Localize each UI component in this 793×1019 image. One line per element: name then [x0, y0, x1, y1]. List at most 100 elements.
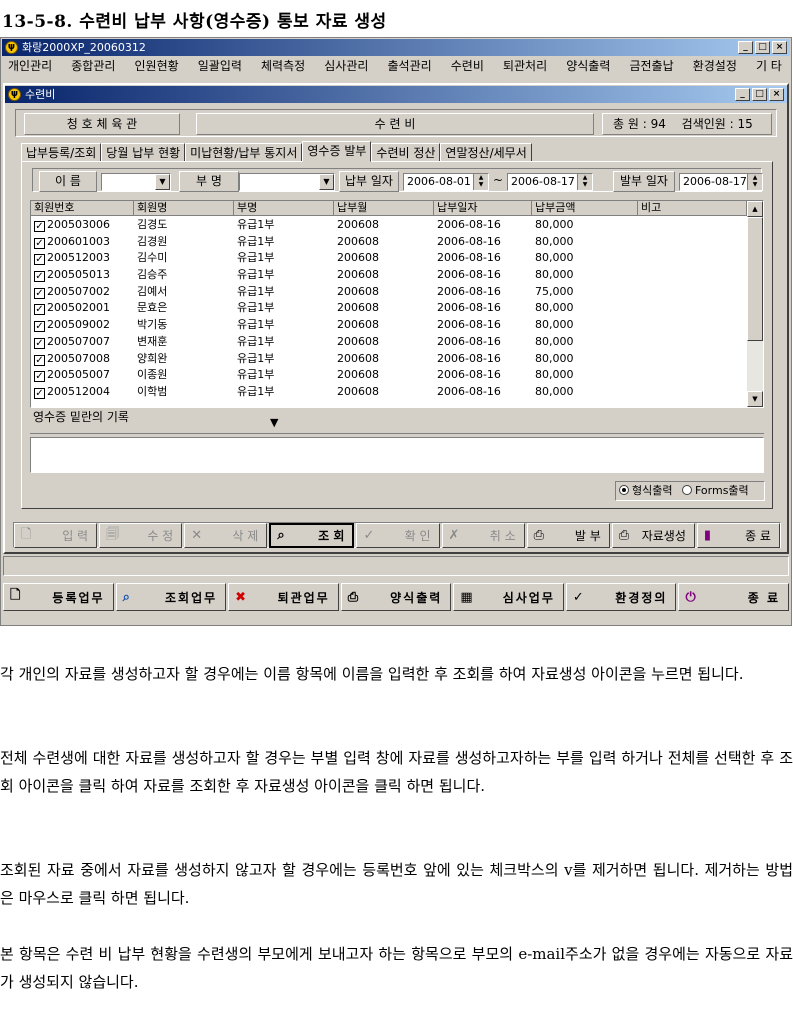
input-button[interactable]: 🗋 입 력: [14, 523, 98, 548]
name-select[interactable]: ▼: [101, 173, 171, 191]
checkbox-checked-icon[interactable]: ✓: [34, 387, 45, 399]
tab-receipt-issue[interactable]: 영수증 발부: [302, 141, 372, 162]
pay-date-from[interactable]: 2006-08-01 ▲ ▼: [403, 173, 489, 191]
row-member-no[interactable]: ✓ 200512003: [31, 250, 134, 267]
radio-selected-icon[interactable]: [619, 485, 629, 495]
table-row[interactable]: ✓ 200507007 변재훈 유급1부 200608 2006-08-16 80,000: [31, 334, 747, 351]
table-row[interactable]: ✓ 200503006 김경도 유급1부 200608 2006-08-16 80,000: [31, 217, 747, 234]
grid-scrollbar[interactable]: ▲ ▼: [747, 201, 763, 407]
menu-withdrawal[interactable]: 퇴관처리: [503, 57, 547, 75]
table-row[interactable]: ✓ 200512003 김수미 유급1부 200608 2006-08-16 80,000: [31, 250, 747, 267]
col-member-no[interactable]: 회원번호: [31, 201, 134, 216]
edit-button[interactable]: 🗐 수 정: [99, 523, 183, 548]
cancel-button[interactable]: ✗ 취 소: [441, 523, 525, 548]
checkbox-checked-icon[interactable]: ✓: [34, 221, 45, 232]
col-note[interactable]: 비고: [638, 201, 747, 216]
row-member-no[interactable]: ✓ 200502001: [31, 300, 134, 317]
checkbox-checked-icon[interactable]: ✓: [34, 271, 45, 283]
generate-data-button[interactable]: ⎙ 자료생성: [611, 523, 695, 548]
checkbox-checked-icon[interactable]: ✓: [34, 337, 45, 349]
withdrawal-work-button[interactable]: ✖ 퇴관업무: [228, 583, 339, 611]
issue-date-field[interactable]: 2006-08-17 ▲ ▼: [679, 173, 763, 191]
tab-settlement[interactable]: 수련비 정산: [371, 143, 441, 162]
checkbox-checked-icon[interactable]: ✓: [34, 287, 45, 299]
env-settings-button[interactable]: ✓ 환경정의: [565, 583, 677, 611]
checkbox-checked-icon[interactable]: ✓: [34, 254, 45, 266]
col-pay-date[interactable]: 납부일자: [434, 201, 532, 216]
row-member-no[interactable]: ✓ 200507002: [31, 284, 134, 301]
pay-date-to[interactable]: 2006-08-17 ▲ ▼: [507, 173, 593, 191]
child-close-button[interactable]: ×: [769, 88, 784, 101]
menu-overall[interactable]: 종합관리: [71, 57, 115, 75]
main-exit-button[interactable]: ⏻ 종 료: [678, 583, 790, 611]
row-member-no[interactable]: ✓ 200509002: [31, 317, 134, 334]
table-row[interactable]: ✓ 200502001 문효은 유급1부 200608 2006-08-16 80,000: [31, 300, 747, 317]
tab-year-end[interactable]: 연말정산/세무서: [440, 143, 532, 162]
col-dept[interactable]: 부명: [234, 201, 334, 216]
tab-monthly-status[interactable]: 당월 납부 현황: [101, 143, 186, 162]
checkbox-checked-icon[interactable]: ✓: [34, 304, 45, 316]
menu-fitness[interactable]: 체력측정: [261, 57, 305, 75]
issue-button[interactable]: ⎙ 발 부: [526, 523, 610, 548]
query-work-button[interactable]: ⌕ 조회업무: [115, 583, 227, 611]
scroll-up-icon[interactable]: ▲: [747, 201, 763, 217]
row-member-no[interactable]: ✓ 200503006: [31, 217, 134, 234]
row-member-no[interactable]: ✓ 200601003: [31, 234, 134, 251]
spinner-icon[interactable]: ▲ ▼: [747, 174, 762, 190]
exit-button[interactable]: ▮ 종 료: [696, 523, 780, 548]
checkbox-checked-icon[interactable]: ✓: [34, 237, 45, 249]
table-row[interactable]: ✓ 200505007 이종원 유급1부 200608 2006-08-16 80,000: [31, 367, 747, 384]
radio-forms-output[interactable]: Forms출력: [681, 484, 749, 497]
menu-batch-input[interactable]: 일괄입력: [198, 57, 242, 75]
spinner-icon[interactable]: ▲ ▼: [473, 174, 488, 190]
maximize-button[interactable]: □: [755, 41, 770, 54]
row-member-no[interactable]: ✓ 200512004: [31, 384, 134, 401]
chevron-down-icon[interactable]: ▼: [155, 174, 170, 190]
close-button[interactable]: ×: [772, 41, 787, 54]
checkbox-checked-icon[interactable]: ✓: [34, 354, 45, 366]
menu-cash[interactable]: 금전출납: [629, 57, 673, 75]
menu-settings[interactable]: 환경설정: [693, 57, 737, 75]
row-member-no[interactable]: ✓ 200507008: [31, 351, 134, 368]
form-print-button[interactable]: ⎙ 양식출력: [340, 583, 452, 611]
menu-tuition[interactable]: 수련비: [451, 57, 484, 75]
menu-etc[interactable]: 기 타: [756, 57, 782, 75]
review-work-button[interactable]: ▦ 심사업무: [453, 583, 564, 611]
checkbox-checked-icon[interactable]: ✓: [34, 371, 45, 383]
menu-review[interactable]: 심사관리: [324, 57, 368, 75]
confirm-button[interactable]: ✓ 확 인: [356, 523, 440, 548]
row-member-no[interactable]: ✓ 200505013: [31, 267, 134, 284]
scroll-down-icon[interactable]: ▼: [747, 391, 763, 407]
col-pay-month[interactable]: 납부월: [334, 201, 434, 216]
col-member-name[interactable]: 회원명: [134, 201, 234, 216]
search-button[interactable]: ⌕ 조 회: [269, 523, 355, 548]
caret-down-icon[interactable]: ▼: [270, 414, 278, 432]
receipt-memo-field[interactable]: [30, 437, 764, 473]
col-pay-amount[interactable]: 납부금액: [532, 201, 638, 216]
menu-personal[interactable]: 개인관리: [8, 57, 52, 75]
child-maximize-button[interactable]: □: [752, 88, 767, 101]
minimize-button[interactable]: _: [738, 41, 753, 54]
menu-form-print[interactable]: 양식출력: [566, 57, 610, 75]
register-work-button[interactable]: 🗋 등록업무: [3, 583, 114, 611]
radio-icon[interactable]: [681, 485, 692, 495]
radio-form-output[interactable]: 형식출력: [619, 484, 672, 497]
delete-button[interactable]: ✕ 삭 제: [184, 523, 268, 548]
table-row[interactable]: ✓ 200507008 양희완 유급1부 200608 2006-08-16 80,000: [31, 351, 747, 368]
menu-headcount[interactable]: 인원현황: [135, 57, 179, 75]
table-row[interactable]: ✓ 200509002 박기동 유급1부 200608 2006-08-16 80,000: [31, 317, 747, 334]
table-row[interactable]: ✓ 200601003 김경원 유급1부 200608 2006-08-16 80,000: [31, 234, 747, 251]
dept-select[interactable]: ▼: [239, 173, 335, 191]
table-row[interactable]: ✓ 200505013 김승주 유급1부 200608 2006-08-16 80,000: [31, 267, 747, 284]
table-row[interactable]: ✓ 200507002 김예서 유급1부 200608 2006-08-16 75,000: [31, 284, 747, 301]
row-member-no[interactable]: ✓ 200505007: [31, 367, 134, 384]
spinner-icon[interactable]: ▲ ▼: [577, 174, 592, 190]
child-minimize-button[interactable]: _: [735, 88, 750, 101]
checkbox-checked-icon[interactable]: ✓: [34, 321, 45, 333]
tab-payment-register[interactable]: 납부등록/조회: [21, 143, 102, 162]
tab-unpaid-notice[interactable]: 미납현황/납부 통지서: [185, 143, 303, 162]
scroll-thumb[interactable]: [747, 217, 763, 341]
row-member-no[interactable]: ✓ 200507007: [31, 334, 134, 351]
table-row[interactable]: ✓ 200512004 이학범 유급1부 200608 2006-08-16 80,000: [31, 384, 747, 401]
chevron-down-icon[interactable]: ▼: [319, 174, 334, 190]
